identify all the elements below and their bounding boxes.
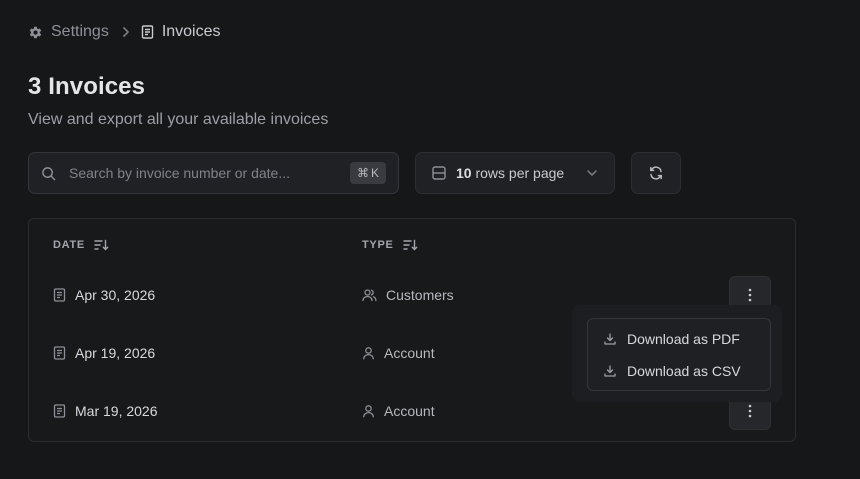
type-cell: Customers — [362, 275, 454, 315]
search-box[interactable]: ⌘ K — [28, 152, 399, 194]
column-header-type[interactable]: TYPE — [362, 237, 418, 253]
page-subtitle: View and export all your available invoi… — [28, 111, 329, 128]
rows-per-page-select[interactable]: 10 rows per page — [415, 152, 615, 194]
breadcrumb-current: Invoices — [141, 23, 221, 41]
document-icon — [53, 404, 66, 418]
page-title: 3 Invoices — [28, 73, 146, 100]
search-input[interactable] — [69, 165, 350, 181]
column-header-date[interactable]: DATE — [53, 237, 109, 253]
command-key-icon: ⌘ — [356, 166, 369, 180]
type-cell: Account — [362, 391, 435, 431]
search-icon — [41, 166, 56, 181]
breadcrumb-settings-label: Settings — [51, 23, 109, 40]
breadcrumb-settings-link[interactable]: Settings — [28, 23, 109, 41]
date-cell: Apr 19, 2026 — [53, 333, 155, 373]
document-icon — [53, 288, 66, 302]
refresh-button[interactable] — [631, 152, 681, 194]
chevron-down-icon — [586, 168, 598, 178]
document-icon — [53, 346, 66, 360]
users-icon — [362, 288, 377, 302]
more-vertical-icon — [748, 288, 752, 302]
more-vertical-icon — [748, 404, 752, 418]
document-icon — [141, 25, 154, 39]
rows-layout-icon — [432, 166, 446, 180]
user-icon — [362, 346, 375, 360]
gear-icon — [28, 25, 43, 40]
breadcrumb: Settings Invoices — [28, 22, 221, 42]
shortcut-key: K — [370, 166, 379, 180]
download-csv-menu-item[interactable]: Download as CSV — [588, 355, 770, 387]
type-cell: Account — [362, 333, 435, 373]
download-icon — [604, 333, 616, 345]
invoices-page: Settings Invoices 3 Invoices View and ex… — [0, 0, 860, 479]
keyboard-shortcut-badge: ⌘ K — [349, 162, 386, 184]
download-pdf-menu-item[interactable]: Download as PDF — [588, 323, 770, 355]
date-cell: Apr 30, 2026 — [53, 275, 155, 315]
user-icon — [362, 404, 375, 418]
download-icon — [604, 365, 616, 377]
sort-icon — [402, 239, 418, 251]
chevron-right-icon — [121, 26, 131, 38]
rows-per-page-label: 10 rows per page — [456, 165, 565, 181]
date-cell: Mar 19, 2026 — [53, 391, 158, 431]
breadcrumb-invoices-label: Invoices — [161, 23, 221, 40]
refresh-icon — [648, 165, 664, 181]
sort-icon — [94, 239, 109, 251]
row-actions-menu: Download as PDF Download as CSV — [587, 318, 771, 391]
